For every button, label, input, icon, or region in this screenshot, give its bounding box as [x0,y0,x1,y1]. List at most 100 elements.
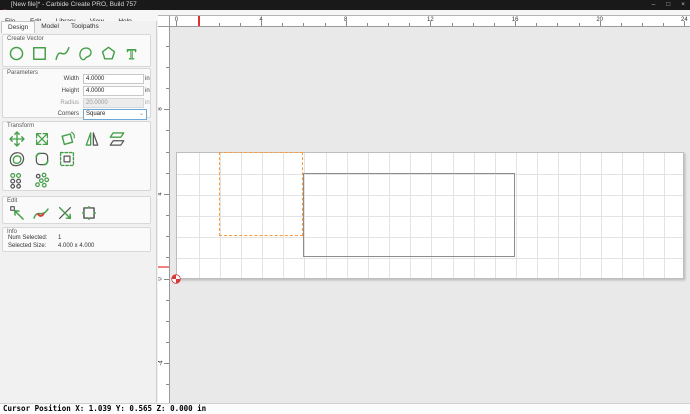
title-bar: [New file]* - Carbide Create PRO, Build … [0,0,690,10]
ruler-tick [166,300,169,301]
polygon-icon[interactable] [100,45,117,62]
rectangle-shape[interactable] [303,173,515,258]
radius-row: Radius 20.0000 in [3,98,150,108]
cursor-position-text: Cursor Position X: 1.039 Y: 0.565 Z: 0.0… [3,404,206,413]
ruler-tick [452,23,453,26]
rotate-icon[interactable] [58,130,76,148]
array-icon[interactable] [33,171,51,189]
ruler-corner [158,15,170,27]
trim-vectors-icon[interactable] [56,204,74,222]
move-icon[interactable] [8,130,26,148]
h-ruler-label: 12 [427,17,434,23]
ruler-tick [166,342,169,343]
tab-toolpaths[interactable]: Toolpaths [65,21,105,33]
text-icon[interactable]: T [123,45,140,62]
mirror-icon[interactable] [83,130,101,148]
radius-label: Radius [3,98,79,108]
width-input[interactable]: 4.0000 [83,74,144,84]
height-unit: in [145,86,150,96]
width-row: Width 4.0000 in [3,74,150,84]
v-ruler-label: -4 [159,361,165,366]
h-ruler-label: 4 [259,17,262,23]
ruler-tick [164,279,169,280]
info-group: Info Num Selected:1 Selected Size:4.000 … [2,227,151,252]
ruler-tick [579,23,580,26]
v-ruler-label: 0 [158,277,164,280]
select-node-icon[interactable] [8,204,26,222]
edit-curve-icon[interactable] [32,204,50,222]
fillet-icon[interactable] [33,150,51,168]
ruler-tick [166,46,169,47]
ruler-tick [388,23,389,26]
left-panel: Design Model Toolpaths Create Vector T P… [0,21,157,403]
transform-row-0 [8,130,126,148]
ruler-tick [219,23,220,26]
selected-size-row: Selected Size:4.000 x 4.000 [8,243,146,249]
transform-group: Transform [2,121,151,191]
cursor-x-marker [198,16,200,26]
radius-input: 20.0000 [83,98,144,108]
minimize-button[interactable]: – [652,0,656,10]
v-ruler: 8 4 0 -4 [158,27,170,403]
selected-rectangle-shape[interactable] [219,152,304,237]
scale-icon[interactable] [33,130,51,148]
maximize-button[interactable]: □ [666,0,670,10]
ruler-tick [166,88,169,89]
selected-size-value: 4.000 x 4.000 [58,243,94,249]
ruler-tick [240,23,241,26]
ruler-tick [166,384,169,385]
tab-design[interactable]: Design [1,21,35,33]
ruler-tick [536,23,537,26]
grid-line [177,258,683,259]
close-button[interactable]: × [681,0,685,10]
radius-unit: in [145,98,150,108]
v-ruler-label: 4 [158,192,164,195]
ruler-tick [166,152,169,153]
canvas[interactable] [170,27,690,403]
v-ruler-label: 8 [158,108,164,111]
corners-select[interactable]: Square ⌄ [83,109,147,120]
create-vector-group: Create Vector T [2,34,151,67]
ruler-tick [494,23,495,26]
ruler-tick [166,257,169,258]
corners-value: Square [86,111,105,117]
chevron-down-icon: ⌄ [139,110,144,118]
app-logo-icon [2,2,8,8]
transform-row-2 [8,171,51,189]
offset-icon[interactable] [8,150,26,168]
ruler-tick [282,23,283,26]
num-selected-value: 1 [58,235,61,241]
circle-icon[interactable] [8,45,25,62]
height-row: Height 4.0000 in [3,86,150,96]
h-ruler-label: 20 [596,17,603,23]
join-vectors-icon[interactable] [80,204,98,222]
width-label: Width [3,74,79,84]
edit-tools [8,204,98,222]
height-label: Height [3,86,79,96]
ruler-tick [409,23,410,26]
corners-label: Corners [3,109,79,119]
tab-bar: Design Model Toolpaths [1,21,105,33]
cursor-y-marker [158,266,169,268]
freeform-icon[interactable] [77,45,94,62]
ruler-tick [303,23,304,26]
svg-text:T: T [127,47,136,62]
tab-model[interactable]: Model [35,21,65,33]
parameters-group: Parameters Width 4.0000 in Height 4.0000… [2,68,151,118]
ruler-tick [557,23,558,26]
align-icon[interactable] [8,171,26,189]
ruler-tick [166,67,169,68]
height-input[interactable]: 4.0000 [83,86,144,96]
h-ruler: 04812162024 [170,15,690,27]
selected-size-label: Selected Size: [8,243,58,249]
h-ruler-label: 0 [175,17,178,23]
skew-icon[interactable] [108,130,126,148]
ruler-tick [473,23,474,26]
ruler-tick [166,321,169,322]
ruler-tick [164,109,169,110]
h-ruler-label: 24 [681,17,688,23]
curve-icon[interactable] [54,45,71,62]
create-vector-tools: T [8,45,140,62]
rectangle-icon[interactable] [31,45,48,62]
trim-icon[interactable] [58,150,76,168]
